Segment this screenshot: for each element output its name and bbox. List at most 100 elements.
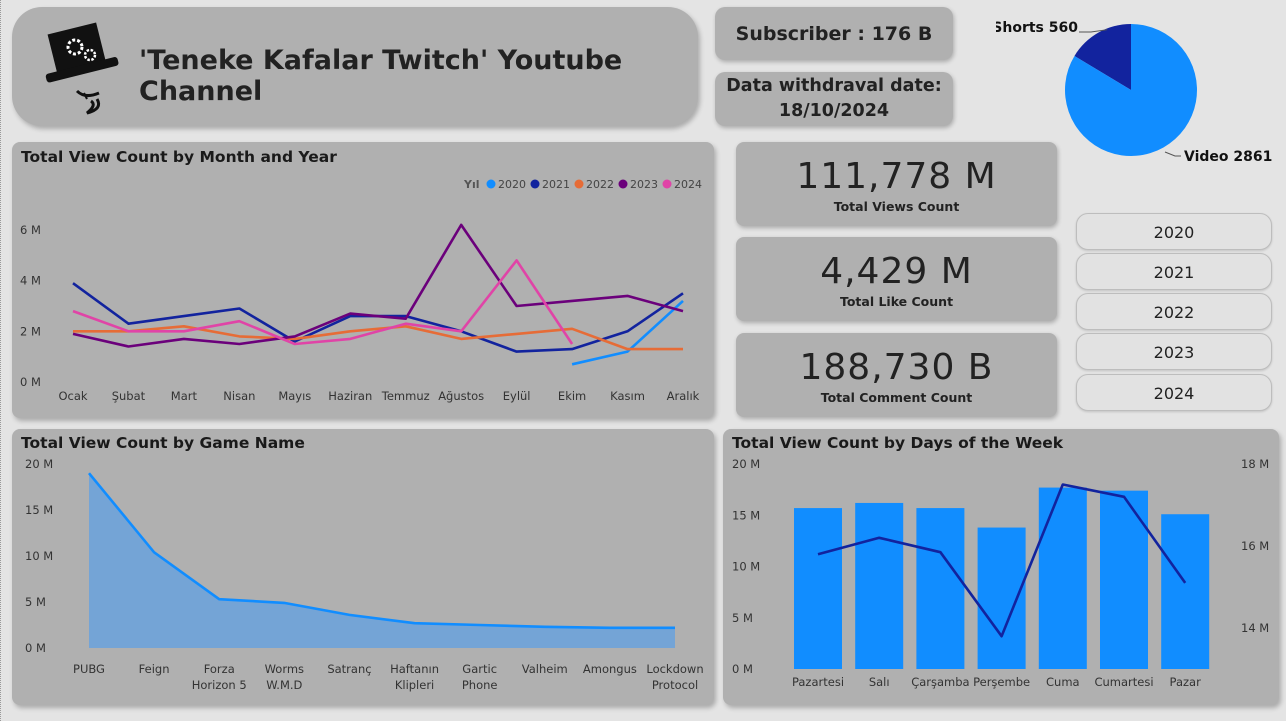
game-views-area-chart: 0 M 5 M 10 M 15 M 20 M PUBG Feign Forza Horizon … [25,457,704,692]
x-tick-label: Pazartesi [792,675,844,689]
x-tick-label: PUBG [73,662,105,676]
x-tick-label: Amongus [583,662,637,676]
kpi-total-likes: 4,429 M Total Like Count [736,237,1057,321]
legend-title: Yıl [463,178,480,191]
legend-label-2024: 2024 [674,178,702,191]
x-tick-label: Gartic [462,662,497,676]
withdrawal-date: 18/10/2024 [778,101,890,121]
legend-marker-2021 [530,179,540,189]
y-tick-label: 20 M [732,457,760,471]
y2-tick-label: 18 M [1241,457,1269,471]
kpi-value: 111,778 M [796,156,997,197]
title-card: 'Teneke Kafalar Twitch' Youtube Channel [12,7,698,126]
year-slicer-2024[interactable]: 2024 [1076,374,1272,411]
x-tick-label: Phone [462,678,498,692]
bar-salı [855,502,904,669]
y-tick-label: 5 M [25,595,46,609]
monthly-views-card: Total View Count by Month and Year 0 M2 … [12,142,714,418]
x-tick-label: Ağustos [438,389,484,403]
y-tick-label: 0 M [20,375,41,389]
pie-label-shorts: Shorts 560 [996,20,1078,36]
y-tick-label: 0 M [25,641,46,655]
y-tick-label: 10 M [732,560,760,574]
x-tick-label: Aralık [667,389,700,403]
year-slicer-2021[interactable]: 2021 [1076,253,1272,290]
year-slicer-2020[interactable]: 2020 [1076,213,1272,250]
bar-pazar [1161,514,1210,669]
x-tick-label: Forza [204,662,235,676]
y-tick-label: 6 M [20,223,41,237]
y2-tick-label: 14 M [1241,621,1269,635]
legend-marker-2020 [486,179,496,189]
x-tick-label: Worms [265,662,304,676]
x-tick-label: Feign [139,662,170,676]
x-tick-label: Haftanın [390,662,439,676]
x-tick-label: Ocak [58,389,87,403]
legend-label-2022: 2022 [586,178,614,191]
x-tick-label: Valheim [522,662,568,676]
x-tick-label: Çarşamba [911,675,969,689]
x-tick-label: W.M.D [266,678,302,692]
y-tick-label: 2 M [20,324,41,338]
x-tick-label: Nisan [223,389,255,403]
x-tick-label: Kasım [610,389,645,403]
legend-label-2023: 2023 [630,178,658,191]
year-slicer-2022[interactable]: 2022 [1076,293,1272,330]
kpi-total-comments: 188,730 B Total Comment Count [736,333,1057,417]
x-tick-label: Horizon 5 [192,678,247,692]
x-tick-label: Haziran [328,389,372,403]
pie-label-video: Video 2861 [1184,149,1272,165]
withdrawal-label: Data withdraval date: [726,75,942,96]
y-tick-label: 15 M [732,508,760,522]
y-tick-label: 4 M [20,274,41,288]
x-tick-label: Ekim [558,389,586,403]
area-fill [89,473,675,648]
y-tick-label: 5 M [732,611,753,625]
x-tick-label: Mayıs [278,389,311,403]
legend-label-2020: 2020 [498,178,526,191]
y-tick-label: 0 M [732,662,753,676]
x-tick-label: Salı [869,675,890,689]
kpi-label: Total Like Count [839,294,954,309]
tophat-logo-icon [45,22,119,115]
x-tick-label: Protocol [652,678,698,692]
bar-cuma [1038,487,1087,669]
y-tick-label: 10 M [25,549,53,563]
game-views-card: Total View Count by Game Name 0 M5 M 10 M… [12,429,714,705]
x-tick-label: Cuma [1046,675,1080,689]
page-title: 'Teneke Kafalar Twitch' Youtube Channel [139,45,623,107]
kpi-value: 4,429 M [820,251,973,292]
kpi-label: Total Views Count [833,199,960,214]
x-tick-label: Pazar [1170,675,1202,689]
weekday-views-card: Total View Count by Days of the Week 0 M… [723,429,1279,705]
subscriber-count: Subscriber : 176 B [735,22,933,45]
y-tick-label: 20 M [25,457,53,471]
bar-çarşamba [916,508,965,669]
kpi-value: 188,730 B [799,347,994,388]
x-tick-label: Eylül [503,389,531,403]
legend-label-2021: 2021 [542,178,570,191]
x-tick-label: Şubat [112,389,146,403]
x-tick-label: Satranç [327,662,371,676]
y-tick-label: 15 M [25,503,53,517]
bar-perşembe [977,527,1026,669]
y2-tick-label: 16 M [1241,539,1269,553]
x-tick-label: Mart [171,389,198,403]
bar-pazartesi [794,508,842,669]
pie-leader-video [1164,151,1181,157]
subscriber-card: Subscriber : 176 B [715,7,953,60]
year-slicer-2023[interactable]: 2023 [1076,333,1272,370]
series-line-2022 [73,325,683,351]
kpi-label: Total Comment Count [820,390,973,405]
legend-marker-2022 [574,179,584,189]
legend-marker-2024 [662,179,672,189]
x-tick-label: Klipleri [395,678,434,692]
monthly-views-line-chart: 0 M 2 M 4 M 6 M Ocak Şubat Mart Nisan Mayıs Hazir… [20,178,702,403]
withdrawal-date-card: Data withdraval date: 18/10/2024 [715,72,953,126]
kpi-total-views: 111,778 M Total Views Count [736,142,1057,226]
series-line-2024 [72,259,574,346]
x-tick-label: Cumartesi [1094,675,1153,689]
x-tick-label: Perşembe [973,675,1030,689]
weekday-views-bar-chart: 0 M 5 M 10 M 15 M 20 M 14 M 16 M 18 M Pazartesi S… [732,457,1269,689]
bar-cumartesi [1100,490,1148,669]
